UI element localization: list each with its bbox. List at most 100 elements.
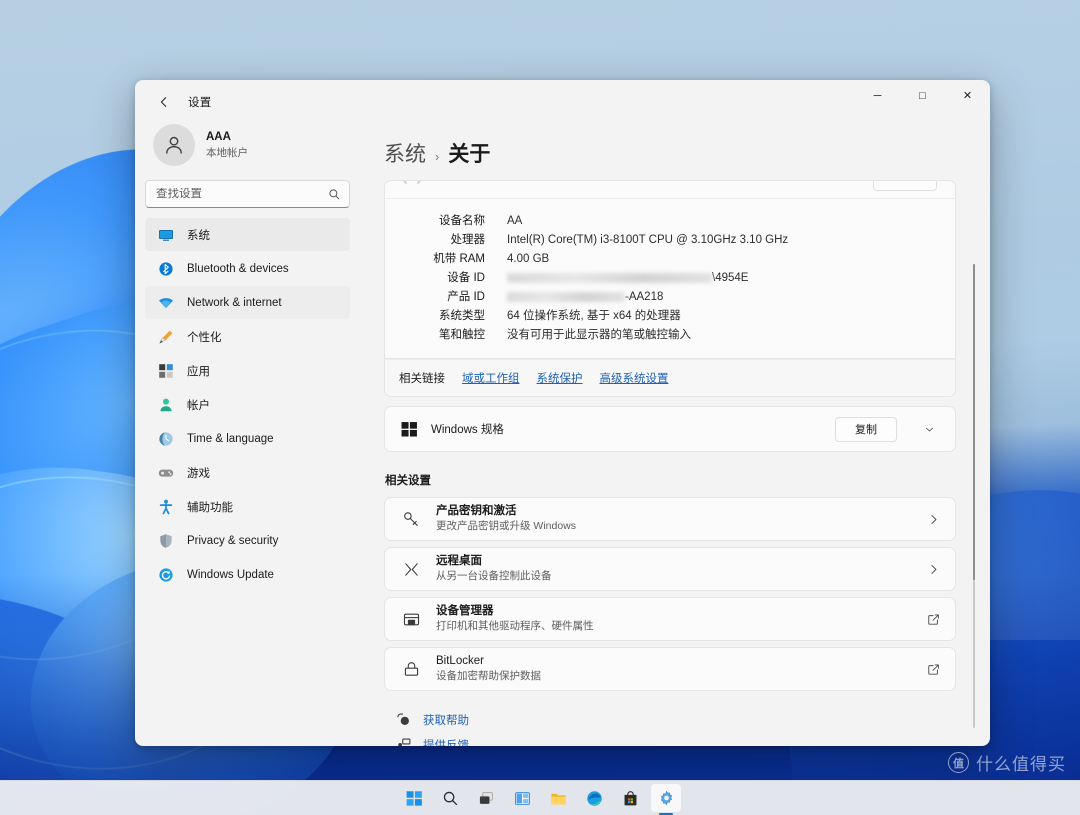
file-explorer-button[interactable] <box>543 784 573 812</box>
remote-desktop-icon <box>402 560 421 579</box>
sidebar-item-6[interactable]: 帐户 <box>145 388 350 421</box>
related-link[interactable]: 系统保护 <box>537 370 583 386</box>
breadcrumb: 系统 › 关于 <box>360 114 990 180</box>
spec-value-text: \4954E <box>712 272 749 284</box>
footer-link-row[interactable]: 提供反馈 <box>384 732 956 746</box>
breadcrumb-separator: › <box>435 149 440 164</box>
footer-link[interactable]: 获取帮助 <box>423 712 469 728</box>
breadcrumb-parent[interactable]: 系统 <box>384 138 426 168</box>
profile-subtitle: 本地帐户 <box>206 146 248 159</box>
related-setting-title: 设备管理器 <box>436 604 494 617</box>
apps-grid-icon <box>158 363 174 379</box>
related-link[interactable]: 高级系统设置 <box>600 370 669 386</box>
related-link[interactable]: 域或工作组 <box>462 370 520 386</box>
sidebar-item-label: Time & language <box>187 432 274 445</box>
chevron-down-icon[interactable] <box>916 416 942 442</box>
search-input[interactable] <box>156 188 322 200</box>
sidebar-item-2[interactable]: Bluetooth & devices <box>145 252 350 285</box>
related-settings-heading: 相关设置 <box>385 475 431 487</box>
store-bag-icon <box>624 790 636 805</box>
related-setting-texts: BitLocker 设备加密帮助保护数据 <box>436 654 912 684</box>
related-setting-card[interactable]: BitLocker 设备加密帮助保护数据 <box>384 647 956 691</box>
task-view-button[interactable] <box>471 784 501 812</box>
sidebar-item-8[interactable]: 游戏 <box>145 456 350 489</box>
minimize-button[interactable]: ─ <box>855 80 900 111</box>
vertical-scrollbar[interactable] <box>973 264 975 728</box>
spec-key: 机带 RAM <box>433 253 485 265</box>
edge-button[interactable] <box>579 784 609 812</box>
sidebar-item-10[interactable]: Privacy & security <box>145 524 350 557</box>
external-link-icon[interactable] <box>927 613 940 626</box>
sidebar-item-label: 游戏 <box>187 467 210 480</box>
spec-value: Intel(R) Core(TM) i3-8100T CPU @ 3.10GHz… <box>507 234 789 246</box>
start-button[interactable] <box>399 784 429 812</box>
spec-key: 设备 ID <box>447 272 485 284</box>
related-setting-card[interactable]: 设备管理器打印机和其他驱动程序、硬件属性 <box>384 597 956 641</box>
related-setting-subtitle: 打印机和其他驱动程序、硬件属性 <box>436 620 594 633</box>
related-setting-card[interactable]: 远程桌面 从另一台设备控制此设备 <box>384 547 956 591</box>
spec-row: 设备名称 AA <box>385 212 955 231</box>
spec-value: 64 位操作系统, 基于 x64 的处理器 <box>507 310 681 322</box>
content-area: 系统 › 关于 设备名称 AA 处理器 Intel(R) Core(TM) i3-81… <box>360 114 990 746</box>
scrollbar-thumb[interactable] <box>973 264 975 580</box>
bluetooth-icon <box>158 261 174 277</box>
sidebar-item-11[interactable]: Windows Update <box>145 558 350 591</box>
maximize-button[interactable]: □ <box>900 80 945 111</box>
user-profile[interactable]: AAA 本地帐户 <box>145 114 350 180</box>
sidebar-item-9[interactable]: 辅助功能 <box>145 490 350 523</box>
sidebar-item-label: Privacy & security <box>187 534 279 547</box>
spec-key: 产品 ID <box>447 291 485 303</box>
chevron-right-icon[interactable] <box>927 563 940 576</box>
spec-value: 没有可用于此显示器的笔或触控输入 <box>507 329 691 341</box>
sidebar-item-label: 个性化 <box>187 331 222 344</box>
back-arrow-icon[interactable] <box>152 90 176 114</box>
copy-button-clipped[interactable] <box>873 181 937 191</box>
close-button[interactable]: ✕ <box>945 80 990 111</box>
sidebar-item-label: 帐户 <box>187 399 210 412</box>
widgets-icon <box>514 791 530 805</box>
device-manager-icon <box>402 610 421 629</box>
svg-text:?: ? <box>403 719 406 725</box>
window-controls: ─ □ ✕ <box>855 80 990 111</box>
sidebar-item-5[interactable]: 应用 <box>145 354 350 387</box>
paintbrush-icon <box>158 329 174 345</box>
related-settings-list: 产品密钥和激活 更改产品密钥或升级 Windows 远程桌面 从另一台设备控制此设备设… <box>384 497 956 691</box>
external-link-icon[interactable] <box>927 663 940 676</box>
microsoft-store-button[interactable] <box>615 784 645 812</box>
widgets-button[interactable] <box>507 784 537 812</box>
search-button[interactable] <box>435 784 465 812</box>
search-container <box>145 180 350 218</box>
search-icon <box>329 188 340 199</box>
device-header-card-clipped <box>384 180 956 198</box>
wifi-icon <box>158 295 174 311</box>
chevron-right-icon[interactable] <box>927 513 940 526</box>
sidebar-item-1[interactable]: 系统 <box>145 218 350 251</box>
breadcrumb-current: 关于 <box>448 143 491 166</box>
settings-button[interactable] <box>651 784 681 812</box>
windows-start-icon <box>406 790 422 806</box>
spec-key: 设备名称 <box>439 215 485 227</box>
sidebar-item-label: Windows Update <box>187 568 274 581</box>
copy-button[interactable]: 复制 <box>835 416 897 442</box>
windows-specifications-card[interactable]: Windows 规格 复制 <box>384 406 956 452</box>
window-titlebar[interactable]: 设置 ─ □ ✕ <box>135 80 990 114</box>
spec-key: 笔和触控 <box>439 329 485 341</box>
gamepad-icon <box>158 465 174 481</box>
search-icon <box>443 791 457 805</box>
update-refresh-icon <box>158 567 174 583</box>
shield-icon <box>158 533 174 549</box>
settings-scroll-area[interactable]: 设备名称 AA 处理器 Intel(R) Core(TM) i3-8100T CPU … <box>360 180 990 746</box>
sidebar-item-7[interactable]: Time & language <box>145 422 350 455</box>
related-setting-card[interactable]: 产品密钥和激活 更改产品密钥或升级 Windows <box>384 497 956 541</box>
sidebar-item-label: 辅助功能 <box>187 501 233 514</box>
footer-link[interactable]: 提供反馈 <box>423 737 469 747</box>
spec-value-text: -AA218 <box>625 291 664 303</box>
profile-name: AAA <box>206 131 231 144</box>
search-box[interactable] <box>145 180 350 208</box>
sidebar-item-3[interactable]: Network & internet <box>145 286 350 319</box>
redacted-value-blur <box>507 291 625 302</box>
taskbar <box>0 780 1080 815</box>
spec-value: 4.00 GB <box>507 253 550 265</box>
sidebar-item-4[interactable]: 个性化 <box>145 320 350 353</box>
footer-link-row[interactable]: ? 获取帮助 <box>384 707 956 732</box>
